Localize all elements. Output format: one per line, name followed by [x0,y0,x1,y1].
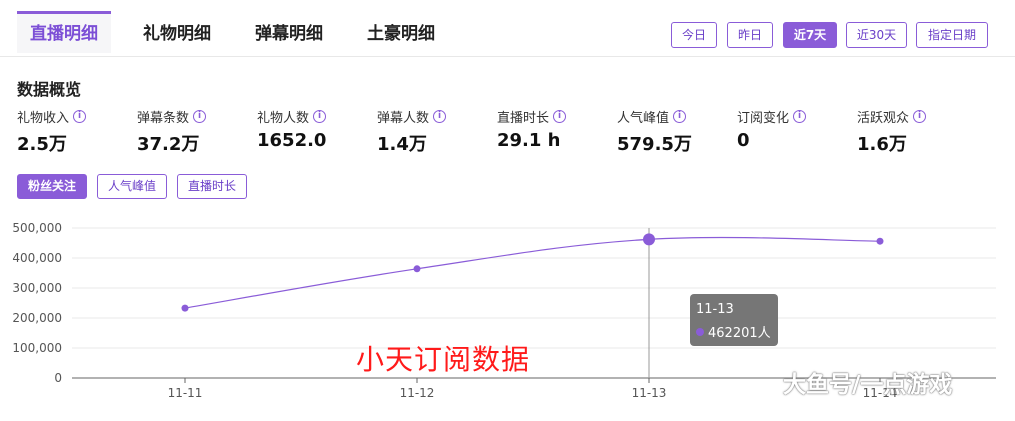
data-point [181,304,189,312]
data-point [413,265,421,273]
stat-danmaku-users: 弹幕人数 i 1.4万 [377,106,492,156]
tab-live-detail[interactable]: 直播明细 [17,11,111,53]
metric-peak-popularity-button[interactable]: 人气峰值 [97,174,167,199]
overview-title: 数据概览 [17,80,82,99]
info-icon[interactable]: i [793,109,807,123]
tooltip-date: 11-13 [696,302,734,317]
stat-subscription-change: 订阅变化 i 0 [737,106,852,151]
info-icon[interactable]: i [673,109,687,123]
info-icon[interactable]: i [73,109,87,123]
stat-value: 0 [737,130,750,151]
tab-gift-detail[interactable]: 礼物明细 [130,14,224,56]
tab-rich-detail[interactable]: 土豪明细 [354,14,448,56]
stat-value: 1.4万 [377,134,427,155]
y-tick-label: 100,000 [12,341,62,355]
stat-value: 37.2万 [137,134,200,155]
stat-gift-income: 礼物收入 i 2.5万 [17,106,132,156]
x-tick-label: 11-11 [168,386,203,400]
tooltip-value: 462201人 [708,326,771,341]
stat-label: 直播时长 [497,110,550,126]
y-tick-label: 400,000 [12,251,62,265]
data-point [643,233,655,246]
info-icon[interactable]: i [913,109,927,123]
info-icon[interactable]: i [193,109,207,123]
stat-value: 29.1 h [497,130,561,151]
metric-live-duration-button[interactable]: 直播时长 [177,174,247,199]
period-custom-date-button[interactable]: 指定日期 [916,22,988,48]
period-yesterday-button[interactable]: 昨日 [727,22,773,48]
stat-live-duration: 直播时长 i 29.1 h [497,106,612,151]
stat-label: 人气峰值 [617,110,670,126]
info-icon[interactable]: i [433,109,447,123]
info-icon[interactable]: i [553,109,567,123]
y-tick-label: 200,000 [12,311,62,325]
x-tick-label: 11-12 [400,386,435,400]
y-tick-label: 300,000 [12,281,62,295]
stat-label: 礼物收入 [17,110,70,126]
period-30days-button[interactable]: 近30天 [846,22,907,48]
info-icon[interactable]: i [313,109,327,123]
stat-value: 579.5万 [617,134,692,155]
y-tick-label: 500,000 [12,221,62,235]
watermark: 大鱼号/一点游戏 [783,372,953,398]
overlay-caption: 小天订阅数据 [356,343,531,376]
stat-label: 弹幕人数 [377,110,430,126]
period-today-button[interactable]: 今日 [671,22,717,48]
metric-fans-follow-button[interactable]: 粉丝关注 [17,174,87,199]
stat-gift-users: 礼物人数 i 1652.0 [257,106,372,151]
x-tick-label: 11-13 [632,386,667,400]
stat-danmaku-count: 弹幕条数 i 37.2万 [137,106,252,156]
y-tick-label: 0 [54,371,62,385]
stat-active-viewers: 活跃观众 i 1.6万 [857,106,972,156]
stat-peak-popularity: 人气峰值 i 579.5万 [617,106,732,156]
stat-label: 礼物人数 [257,110,310,126]
stat-value: 1.6万 [857,134,907,155]
stat-label: 订阅变化 [737,110,790,126]
tab-danmaku-detail[interactable]: 弹幕明细 [242,14,336,56]
stat-value: 2.5万 [17,134,67,155]
tooltip-series-marker [696,328,704,336]
stat-label: 活跃观众 [857,110,910,126]
stat-value: 1652.0 [257,130,327,151]
stat-label: 弹幕条数 [137,110,190,126]
period-7days-button[interactable]: 近7天 [783,22,837,48]
data-point [876,237,884,245]
